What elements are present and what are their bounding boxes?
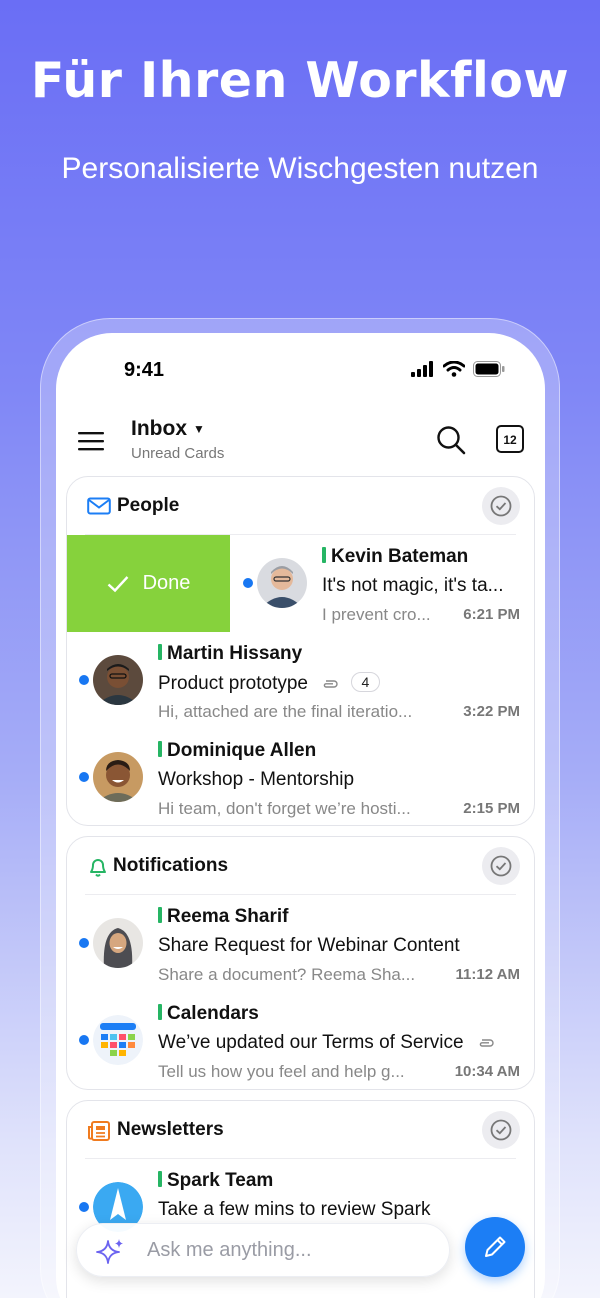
check-circle-icon xyxy=(490,495,512,517)
mark-done-button[interactable] xyxy=(482,487,520,525)
bell-icon xyxy=(90,859,106,877)
inbox-header: Inbox ▼ Unread Cards 12 xyxy=(56,411,545,471)
notifications-card-header: Notifications xyxy=(85,837,520,895)
status-icons xyxy=(411,361,505,377)
mark-done-button[interactable] xyxy=(482,847,520,885)
people-card-title: People xyxy=(117,495,180,516)
search-icon[interactable] xyxy=(436,425,466,455)
sender-name: Reema Sharif xyxy=(158,906,288,928)
signal-icon xyxy=(411,361,433,377)
subject: Share Request for Webinar Content xyxy=(158,935,460,956)
subject: We’ve updated our Terms of Service xyxy=(158,1032,528,1054)
caret-down-icon: ▼ xyxy=(193,422,205,437)
subject: Product prototype 4 xyxy=(158,672,398,695)
check-circle-icon xyxy=(490,855,512,877)
sender-name: Calendars xyxy=(158,1003,259,1025)
sender-name: Martin Hissany xyxy=(158,643,302,665)
preview: I prevent cro... xyxy=(322,605,431,624)
sender-name: Dominique Allen xyxy=(158,740,316,762)
inbox-subtitle: Unread Cards xyxy=(131,445,225,462)
people-card: People Done Kevin Bateman It's not magic… xyxy=(66,476,535,826)
list-item[interactable]: Dominique Allen Workshop - Mentorship Hi… xyxy=(67,729,534,825)
subject: It's not magic, it's ta... xyxy=(322,575,504,596)
preview: Hi, attached are the final iteratio... xyxy=(158,702,413,721)
preview: Share a document? Reema Sha... xyxy=(158,965,416,984)
wifi-icon xyxy=(443,361,465,377)
inbox-title: Inbox xyxy=(131,417,187,440)
list-item[interactable]: Reema Sharif Share Request for Webinar C… xyxy=(67,895,534,992)
timestamp: 6:21 PM xyxy=(463,606,520,623)
promo-title: Für Ihren Workflow xyxy=(30,52,570,109)
subject: Workshop - Mentorship xyxy=(158,769,355,790)
list-item[interactable]: Calendars We’ve updated our Terms of Ser… xyxy=(67,992,534,1089)
compose-button[interactable] xyxy=(465,1217,525,1277)
promo-subtitle: Personalisierte Wischgesten nutzen xyxy=(61,152,539,185)
unread-dot xyxy=(79,1035,89,1045)
list-item[interactable]: Kevin Bateman It's not magic, it's ta...… xyxy=(67,535,534,632)
mark-done-button[interactable] xyxy=(482,1111,520,1149)
avatar xyxy=(257,558,307,608)
unread-dot xyxy=(79,772,89,782)
notifications-card: Notifications Reema Sharif Share Request… xyxy=(66,836,535,1090)
list-item[interactable]: Martin Hissany Product prototype 4 Hi, a… xyxy=(67,632,534,729)
preview: Tell us how you feel and help g... xyxy=(158,1062,405,1081)
avatar xyxy=(93,752,143,802)
preview: Hi team, don't forget we’re hosti... xyxy=(158,799,411,818)
unread-dot xyxy=(79,938,89,948)
timestamp: 10:34 AM xyxy=(454,1063,520,1080)
avatar xyxy=(93,918,143,968)
paperclip-icon xyxy=(479,1039,494,1047)
subject: Take a few mins to review Spark xyxy=(158,1199,431,1220)
status-bar: 9:41 xyxy=(56,333,545,403)
subject-text: We’ve updated our Terms of Service xyxy=(158,1032,464,1053)
timestamp: 11:12 AM xyxy=(455,966,520,983)
unread-dot xyxy=(79,675,89,685)
paperclip-icon xyxy=(324,680,338,688)
calendar-icon[interactable]: 12 xyxy=(496,425,524,453)
battery-icon xyxy=(473,361,505,377)
newsletters-card-title: Newsletters xyxy=(117,1119,224,1140)
people-card-header: People xyxy=(85,477,520,535)
phone-screen: 9:41 Inbox▼ Unread Cards 12 People Done xyxy=(56,333,545,1298)
ask-placeholder: Ask me anything... xyxy=(147,1239,312,1261)
unread-dot xyxy=(243,578,253,588)
pencil-icon xyxy=(485,1236,506,1257)
calendars-app-icon xyxy=(93,1015,143,1065)
sender-name: Kevin Bateman xyxy=(322,546,468,568)
ask-ai-input[interactable]: Ask me anything... xyxy=(76,1223,450,1277)
unread-dot xyxy=(79,1202,89,1212)
notifications-card-title: Notifications xyxy=(113,855,229,876)
attachment-count-badge: 4 xyxy=(350,672,381,692)
menu-icon[interactable] xyxy=(78,431,104,451)
sender-name: Spark Team xyxy=(158,1170,273,1192)
avatar xyxy=(93,655,143,705)
status-time: 9:41 xyxy=(124,359,165,381)
subject-text: Product prototype xyxy=(158,673,308,694)
inbox-dropdown[interactable]: Inbox ▼ xyxy=(131,417,205,441)
newspaper-icon xyxy=(88,1121,110,1141)
timestamp: 2:15 PM xyxy=(463,800,520,817)
check-circle-icon xyxy=(490,1119,512,1141)
envelope-icon xyxy=(87,497,111,515)
timestamp: 3:22 PM xyxy=(463,703,520,720)
newsletters-card-header: Newsletters xyxy=(85,1101,520,1159)
sparkle-icon xyxy=(96,1239,123,1264)
